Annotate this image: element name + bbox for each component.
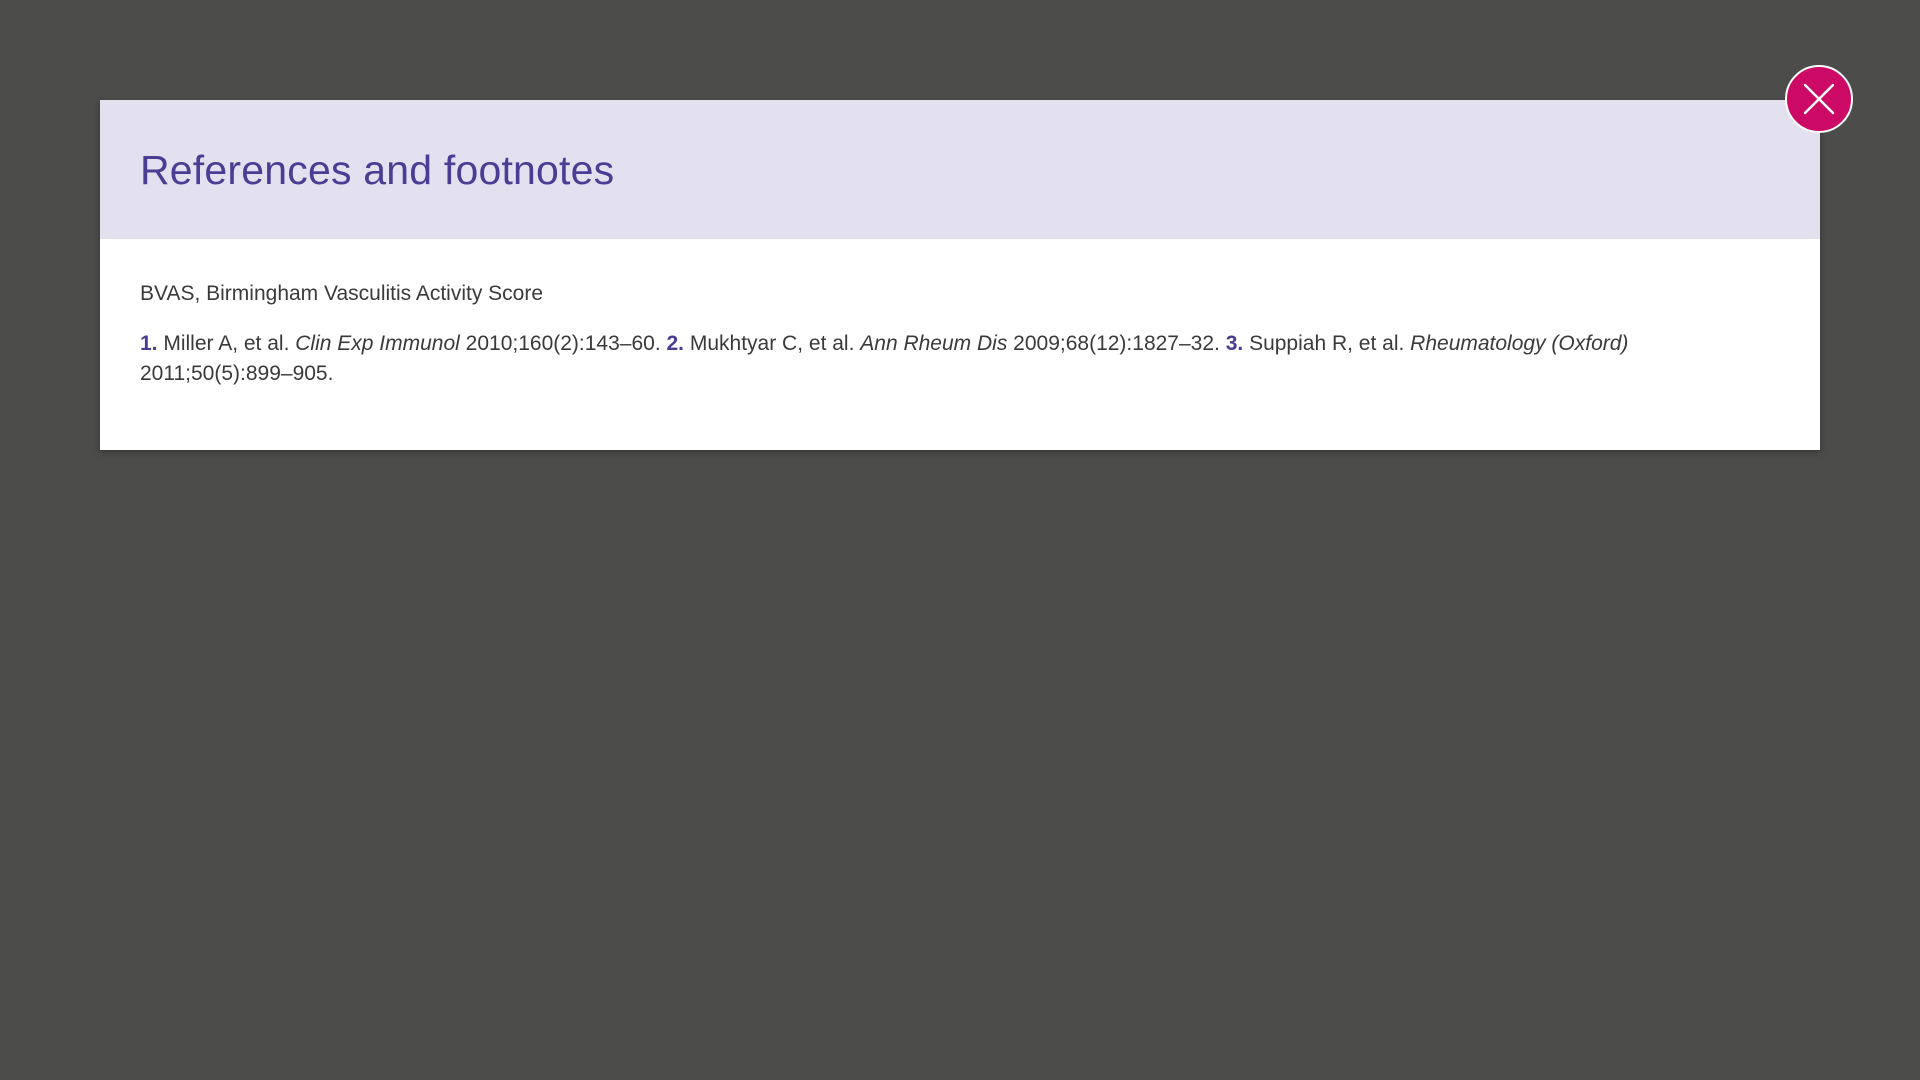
reference-journal: Clin Exp Immunol xyxy=(295,332,460,355)
reference-authors: Mukhtyar C, et al. xyxy=(689,332,855,355)
abbreviation-footnote: BVAS, Birmingham Vasculitis Activity Sco… xyxy=(140,282,544,305)
reference-journal: Rheumatology (Oxford) xyxy=(1410,332,1629,355)
reference-authors: Suppiah R, et al. xyxy=(1249,332,1405,355)
reference-number: 1. xyxy=(140,332,158,355)
reference-authors: Miller A, et al. xyxy=(163,332,290,355)
references-modal: References and footnotes BVAS, Birmingha… xyxy=(100,100,1820,450)
modal-body: BVAS, Birmingham Vasculitis Activity Sco… xyxy=(100,239,1820,389)
reference-number: 3. xyxy=(1225,332,1244,355)
reference-citation: 2011;50(5):899–905. xyxy=(140,362,334,385)
reference-citation: 2009;68(12):1827–32. xyxy=(1013,332,1220,355)
reference-item: 2. Mukhtyar C, et al. Ann Rheum Dis 2009… xyxy=(667,332,1220,355)
close-icon xyxy=(1803,83,1835,115)
reference-item: 1. Miller A, et al. Clin Exp Immunol 201… xyxy=(140,332,661,355)
modal-header: References and footnotes xyxy=(100,100,1820,239)
close-button[interactable] xyxy=(1785,65,1853,133)
modal-title: References and footnotes xyxy=(140,147,615,193)
reference-number: 2. xyxy=(666,332,685,355)
reference-journal: Ann Rheum Dis xyxy=(860,332,1008,355)
reference-list: 1. Miller A, et al. Clin Exp Immunol 201… xyxy=(140,329,1780,389)
reference-citation: 2010;160(2):143–60. xyxy=(465,332,661,355)
